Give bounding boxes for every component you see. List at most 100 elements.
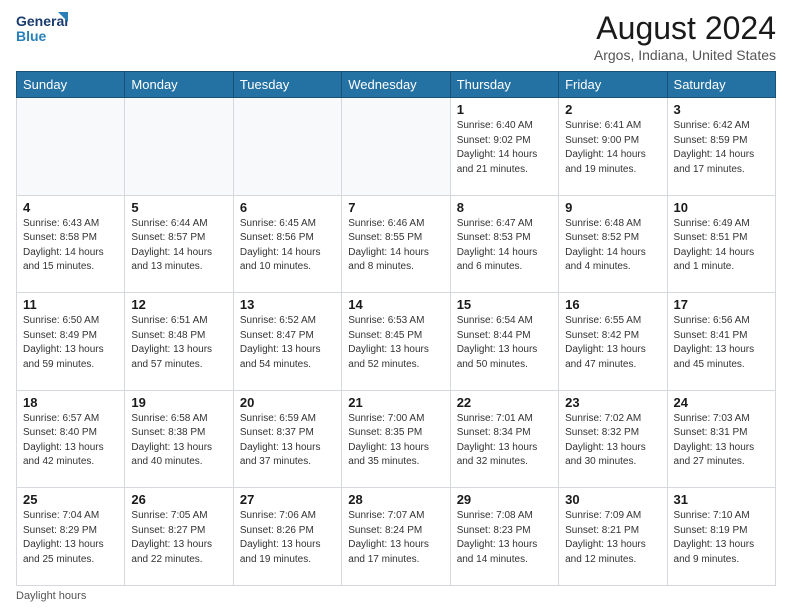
day-info: Sunrise: 6:41 AM Sunset: 9:00 PM Dayligh… [565, 119, 660, 177]
week-row-4: 25 Sunrise: 7:04 AM Sunset: 8:29 PM Dayli… [17, 488, 776, 586]
week-row-2: 11 Sunrise: 6:50 AM Sunset: 8:49 PM Dayli… [17, 293, 776, 391]
col-header-sunday: Sunday [17, 72, 125, 98]
day-info: Sunrise: 6:47 AM Sunset: 8:53 PM Dayligh… [457, 217, 552, 275]
day-info: Sunrise: 6:55 AM Sunset: 8:42 PM Dayligh… [565, 314, 660, 372]
day-number: 19 [131, 395, 226, 410]
day-number: 18 [23, 395, 118, 410]
calendar-cell: 28 Sunrise: 7:07 AM Sunset: 8:24 PM Dayli… [342, 488, 450, 586]
calendar-cell: 18 Sunrise: 6:57 AM Sunset: 8:40 PM Dayli… [17, 390, 125, 488]
day-number: 11 [23, 297, 118, 312]
day-info: Sunrise: 6:50 AM Sunset: 8:49 PM Dayligh… [23, 314, 118, 372]
day-number: 17 [674, 297, 769, 312]
day-info: Sunrise: 7:02 AM Sunset: 8:32 PM Dayligh… [565, 412, 660, 470]
title-block: August 2024 Argos, Indiana, United State… [594, 10, 776, 63]
day-info: Sunrise: 6:46 AM Sunset: 8:55 PM Dayligh… [348, 217, 443, 275]
calendar-cell [233, 98, 341, 196]
calendar-cell: 11 Sunrise: 6:50 AM Sunset: 8:49 PM Dayli… [17, 293, 125, 391]
calendar-cell: 15Sunrise: 6:54 AM Sunset: 8:44 PM Dayli… [450, 293, 558, 391]
day-info: Sunrise: 6:48 AM Sunset: 8:52 PM Dayligh… [565, 217, 660, 275]
day-number: 26 [131, 492, 226, 507]
day-info: Sunrise: 7:03 AM Sunset: 8:31 PM Dayligh… [674, 412, 769, 470]
calendar-cell: 7 Sunrise: 6:46 AM Sunset: 8:55 PM Daylig… [342, 195, 450, 293]
calendar-body: 1 Sunrise: 6:40 AM Sunset: 9:02 PM Daylig… [17, 98, 776, 586]
day-info: Sunrise: 7:04 AM Sunset: 8:29 PM Dayligh… [23, 509, 118, 567]
day-info: Sunrise: 6:56 AM Sunset: 8:41 PM Dayligh… [674, 314, 769, 372]
day-info: Sunrise: 7:01 AM Sunset: 8:34 PM Dayligh… [457, 412, 552, 470]
header: GeneralBlue August 2024 Argos, Indiana, … [16, 10, 776, 63]
calendar-cell: 14Sunrise: 6:53 AM Sunset: 8:45 PM Dayli… [342, 293, 450, 391]
calendar-cell: 26Sunrise: 7:05 AM Sunset: 8:27 PM Dayli… [125, 488, 233, 586]
calendar-cell: 2Sunrise: 6:41 AM Sunset: 9:00 PM Daylig… [559, 98, 667, 196]
calendar-cell: 5 Sunrise: 6:44 AM Sunset: 8:57 PM Daylig… [125, 195, 233, 293]
day-info: Sunrise: 6:59 AM Sunset: 8:37 PM Dayligh… [240, 412, 335, 470]
day-number: 29 [457, 492, 552, 507]
calendar-cell: 4 Sunrise: 6:43 AM Sunset: 8:58 PM Daylig… [17, 195, 125, 293]
day-info: Sunrise: 6:57 AM Sunset: 8:40 PM Dayligh… [23, 412, 118, 470]
day-number: 6 [240, 200, 335, 215]
calendar-cell: 21 Sunrise: 7:00 AM Sunset: 8:35 PM Dayli… [342, 390, 450, 488]
day-info: Sunrise: 6:45 AM Sunset: 8:56 PM Dayligh… [240, 217, 335, 275]
day-info: Sunrise: 6:43 AM Sunset: 8:58 PM Dayligh… [23, 217, 118, 275]
day-number: 8 [457, 200, 552, 215]
location-subtitle: Argos, Indiana, United States [594, 47, 776, 63]
calendar-cell: 31 Sunrise: 7:10 AM Sunset: 8:19 PM Dayli… [667, 488, 775, 586]
day-number: 1 [457, 102, 552, 117]
day-number: 22 [457, 395, 552, 410]
day-number: 7 [348, 200, 443, 215]
day-info: Sunrise: 6:49 AM Sunset: 8:51 PM Dayligh… [674, 217, 769, 275]
calendar-cell: 16 Sunrise: 6:55 AM Sunset: 8:42 PM Dayli… [559, 293, 667, 391]
logo: GeneralBlue [16, 10, 76, 46]
day-info: Sunrise: 6:42 AM Sunset: 8:59 PM Dayligh… [674, 119, 769, 177]
page: GeneralBlue August 2024 Argos, Indiana, … [0, 0, 792, 612]
calendar-cell: 23 Sunrise: 7:02 AM Sunset: 8:32 PM Dayli… [559, 390, 667, 488]
day-number: 4 [23, 200, 118, 215]
calendar-cell: 6 Sunrise: 6:45 AM Sunset: 8:56 PM Daylig… [233, 195, 341, 293]
day-number: 27 [240, 492, 335, 507]
day-number: 23 [565, 395, 660, 410]
calendar-cell: 12Sunrise: 6:51 AM Sunset: 8:48 PM Dayli… [125, 293, 233, 391]
svg-text:Blue: Blue [16, 28, 47, 44]
day-number: 5 [131, 200, 226, 215]
day-number: 16 [565, 297, 660, 312]
col-header-thursday: Thursday [450, 72, 558, 98]
day-number: 13 [240, 297, 335, 312]
calendar-cell: 9 Sunrise: 6:48 AM Sunset: 8:52 PM Daylig… [559, 195, 667, 293]
calendar-cell [342, 98, 450, 196]
calendar-cell: 10 Sunrise: 6:49 AM Sunset: 8:51 PM Dayli… [667, 195, 775, 293]
calendar-header: SundayMondayTuesdayWednesdayThursdayFrid… [17, 72, 776, 98]
footer-note: Daylight hours [16, 590, 776, 602]
calendar-cell [17, 98, 125, 196]
day-number: 21 [348, 395, 443, 410]
day-number: 31 [674, 492, 769, 507]
col-header-saturday: Saturday [667, 72, 775, 98]
day-info: Sunrise: 6:44 AM Sunset: 8:57 PM Dayligh… [131, 217, 226, 275]
calendar-cell: 8 Sunrise: 6:47 AM Sunset: 8:53 PM Daylig… [450, 195, 558, 293]
calendar-cell: 19Sunrise: 6:58 AM Sunset: 8:38 PM Dayli… [125, 390, 233, 488]
day-number: 24 [674, 395, 769, 410]
calendar-cell: 3 Sunrise: 6:42 AM Sunset: 8:59 PM Daylig… [667, 98, 775, 196]
week-row-1: 4 Sunrise: 6:43 AM Sunset: 8:58 PM Daylig… [17, 195, 776, 293]
day-info: Sunrise: 7:07 AM Sunset: 8:24 PM Dayligh… [348, 509, 443, 567]
day-number: 28 [348, 492, 443, 507]
day-info: Sunrise: 7:00 AM Sunset: 8:35 PM Dayligh… [348, 412, 443, 470]
day-number: 9 [565, 200, 660, 215]
calendar-cell: 27 Sunrise: 7:06 AM Sunset: 8:26 PM Dayli… [233, 488, 341, 586]
day-info: Sunrise: 7:10 AM Sunset: 8:19 PM Dayligh… [674, 509, 769, 567]
generalblue-logo: GeneralBlue [16, 10, 76, 46]
day-number: 30 [565, 492, 660, 507]
col-header-monday: Monday [125, 72, 233, 98]
day-number: 10 [674, 200, 769, 215]
calendar-cell: 22 Sunrise: 7:01 AM Sunset: 8:34 PM Dayli… [450, 390, 558, 488]
day-number: 14 [348, 297, 443, 312]
day-info: Sunrise: 6:51 AM Sunset: 8:48 PM Dayligh… [131, 314, 226, 372]
day-number: 3 [674, 102, 769, 117]
daylight-label: Daylight hours [16, 590, 86, 602]
calendar-cell: 24 Sunrise: 7:03 AM Sunset: 8:31 PM Dayli… [667, 390, 775, 488]
month-title: August 2024 [594, 10, 776, 47]
day-info: Sunrise: 7:06 AM Sunset: 8:26 PM Dayligh… [240, 509, 335, 567]
day-info: Sunrise: 6:40 AM Sunset: 9:02 PM Dayligh… [457, 119, 552, 177]
col-header-wednesday: Wednesday [342, 72, 450, 98]
day-number: 25 [23, 492, 118, 507]
calendar-cell: 29Sunrise: 7:08 AM Sunset: 8:23 PM Dayli… [450, 488, 558, 586]
day-number: 15 [457, 297, 552, 312]
